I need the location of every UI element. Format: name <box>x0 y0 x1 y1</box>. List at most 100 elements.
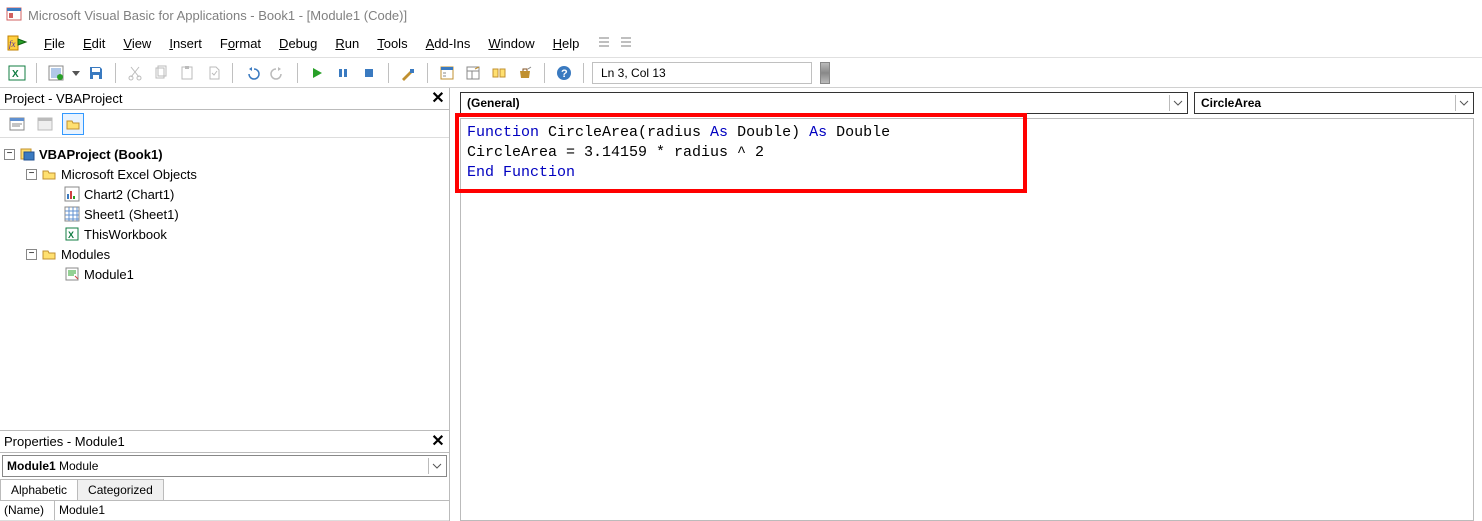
expander-icon[interactable]: − <box>26 169 37 180</box>
code-line: Function CircleArea(radius As Double) As… <box>467 123 1467 143</box>
project-pane-title: Project - VBAProject ✕ <box>0 88 449 110</box>
code-window: (General) CircleArea Function CircleArea… <box>450 88 1482 521</box>
redo-icon[interactable] <box>267 62 289 84</box>
view-object-icon[interactable] <box>34 113 56 135</box>
prop-combo-type: Module <box>59 459 98 473</box>
menu-bar: fx File Edit View Insert Format Debug Ru… <box>0 30 1482 58</box>
menu-run[interactable]: Run <box>327 32 367 55</box>
tree-module1-label: Module1 <box>84 267 134 282</box>
view-excel-icon[interactable]: X <box>6 62 28 84</box>
toolbar-grip[interactable] <box>820 62 830 84</box>
prop-combo-name: Module1 <box>7 459 56 473</box>
vbaproject-icon <box>19 146 35 162</box>
expander-icon[interactable]: − <box>26 249 37 260</box>
svg-text:?: ? <box>561 68 568 80</box>
properties-tabs: Alphabetic Categorized <box>0 479 449 501</box>
svg-text:fx: fx <box>9 39 16 49</box>
design-mode-icon[interactable] <box>397 62 419 84</box>
svg-text:X: X <box>68 230 74 240</box>
cursor-position: Ln 3, Col 13 <box>592 62 812 84</box>
menu-format[interactable]: Format <box>212 32 269 55</box>
help-icon[interactable]: ? <box>553 62 575 84</box>
menu-edit[interactable]: Edit <box>75 32 113 55</box>
tree-root[interactable]: − VBAProject (Book1) <box>4 144 445 164</box>
chevron-down-icon[interactable] <box>1455 95 1471 111</box>
menu-addins[interactable]: Add-Ins <box>418 32 479 55</box>
standard-toolbar: X ? Ln 3, Col 13 <box>0 58 1482 88</box>
cut-icon[interactable] <box>124 62 146 84</box>
tree-modules-label: Modules <box>61 247 110 262</box>
indent-right-icon[interactable] <box>619 35 633 52</box>
procedure-combo-value: CircleArea <box>1201 96 1261 110</box>
project-pane-close-button[interactable]: ✕ <box>429 89 447 107</box>
title-bar: Microsoft Visual Basic for Applications … <box>0 0 1482 30</box>
code-editor[interactable]: Function CircleArea(radius As Double) As… <box>460 118 1474 521</box>
vba-logo-icon: fx <box>6 33 28 55</box>
menu-insert[interactable]: Insert <box>161 32 210 55</box>
project-tree[interactable]: − VBAProject (Book1) − Microsoft Excel O… <box>0 138 449 431</box>
tree-sheet[interactable]: Sheet1 (Sheet1) <box>4 204 445 224</box>
insert-module-icon[interactable] <box>45 62 67 84</box>
tree-chart[interactable]: Chart2 (Chart1) <box>4 184 445 204</box>
tree-chart-label: Chart2 (Chart1) <box>84 187 174 202</box>
reset-icon[interactable] <box>358 62 380 84</box>
window-title: Microsoft Visual Basic for Applications … <box>28 8 407 23</box>
tree-excel-objects[interactable]: − Microsoft Excel Objects <box>4 164 445 184</box>
property-row[interactable]: (Name) Module1 <box>0 501 449 521</box>
properties-pane-close-button[interactable]: ✕ <box>429 432 447 450</box>
tree-module1[interactable]: Module1 <box>4 264 445 284</box>
svg-text:X: X <box>12 69 19 80</box>
view-code-icon[interactable] <box>6 113 28 135</box>
undo-icon[interactable] <box>241 62 263 84</box>
chart-icon <box>64 186 80 202</box>
folder-icon <box>41 166 57 182</box>
tree-excel-objects-label: Microsoft Excel Objects <box>61 167 197 182</box>
object-combo[interactable]: (General) <box>460 92 1188 114</box>
properties-window-icon[interactable] <box>462 62 484 84</box>
chevron-down-icon[interactable] <box>428 458 444 474</box>
copy-icon[interactable] <box>150 62 172 84</box>
properties-grid: (Name) Module1 <box>0 501 449 521</box>
tab-alphabetic[interactable]: Alphabetic <box>0 479 78 500</box>
code-line: CircleArea = 3.14159 * radius ^ 2 <box>467 143 1467 163</box>
property-name: (Name) <box>0 501 55 520</box>
menu-file[interactable]: File <box>36 32 73 55</box>
object-combo-value: (General) <box>467 96 520 110</box>
paste-icon[interactable] <box>176 62 198 84</box>
project-toolbar <box>0 110 449 138</box>
menu-debug[interactable]: Debug <box>271 32 325 55</box>
menu-window[interactable]: Window <box>480 32 542 55</box>
menu-view[interactable]: View <box>115 32 159 55</box>
code-line: End Function <box>467 163 1467 183</box>
tree-modules[interactable]: − Modules <box>4 244 445 264</box>
toggle-folders-icon[interactable] <box>62 113 84 135</box>
properties-pane-title: Properties - Module1 ✕ <box>0 431 449 453</box>
tab-categorized[interactable]: Categorized <box>77 479 164 500</box>
project-explorer-icon[interactable] <box>436 62 458 84</box>
tree-workbook-label: ThisWorkbook <box>84 227 167 242</box>
project-pane-title-text: Project - VBAProject <box>4 91 123 106</box>
save-icon[interactable] <box>85 62 107 84</box>
object-browser-icon[interactable] <box>488 62 510 84</box>
app-icon <box>6 6 22 25</box>
properties-pane-title-text: Properties - Module1 <box>4 434 125 449</box>
property-value[interactable]: Module1 <box>55 501 449 520</box>
toolbox-icon[interactable] <box>514 62 536 84</box>
folder-icon <box>41 246 57 262</box>
workbook-icon: X <box>64 226 80 242</box>
find-icon[interactable] <box>202 62 224 84</box>
insert-dropdown-icon[interactable] <box>71 69 81 77</box>
run-icon[interactable] <box>306 62 328 84</box>
module-icon <box>64 266 80 282</box>
menu-help[interactable]: Help <box>545 32 588 55</box>
properties-object-combo[interactable]: Module1 Module <box>2 455 447 477</box>
tree-workbook[interactable]: X ThisWorkbook <box>4 224 445 244</box>
break-icon[interactable] <box>332 62 354 84</box>
procedure-combo[interactable]: CircleArea <box>1194 92 1474 114</box>
chevron-down-icon[interactable] <box>1169 95 1185 111</box>
tree-root-label: VBAProject (Book1) <box>39 147 163 162</box>
expander-icon[interactable]: − <box>4 149 15 160</box>
menu-tools[interactable]: Tools <box>369 32 415 55</box>
indent-left-icon[interactable] <box>597 35 611 52</box>
sheet-icon <box>64 206 80 222</box>
